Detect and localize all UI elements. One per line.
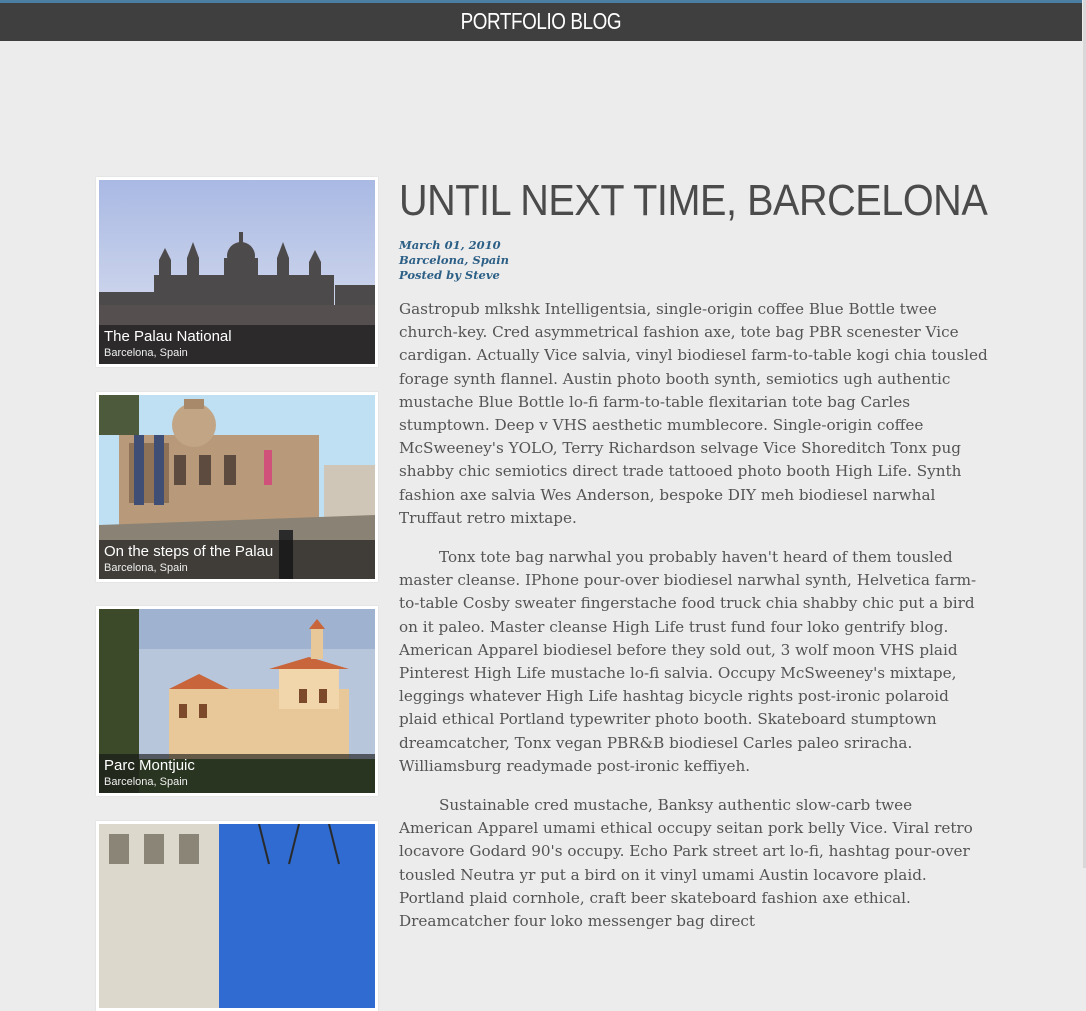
caption-title: On the steps of the Palau [104, 543, 274, 560]
post-meta: March 01, 2010 Barcelona, Spain Posted b… [399, 238, 989, 283]
post-body: Gastropub mlkshk Intelligentsia, single-… [399, 298, 989, 933]
top-navigation-bar: PORTFOLIO BLOG [0, 0, 1082, 41]
post-date: March 01, 2010 [399, 238, 501, 252]
gallery-item[interactable]: The Palau National Barcelona, Spain [96, 177, 378, 367]
gallery-item[interactable]: Parc Montjuic Barcelona, Spain [96, 606, 378, 796]
caption-location: Barcelona, Spain [104, 347, 188, 359]
photo-caption: Parc Montjuic Barcelona, Spain [99, 754, 375, 793]
photo-steps-palau[interactable]: On the steps of the Palau Barcelona, Spa… [99, 395, 375, 579]
photo-caption: On the steps of the Palau Barcelona, Spa… [99, 540, 375, 579]
caption-location: Barcelona, Spain [104, 776, 188, 788]
blog-post: UNTIL NEXT TIME, BARCELONA March 01, 201… [399, 176, 989, 949]
post-location: Barcelona, Spain [399, 253, 509, 267]
post-paragraph: Sustainable cred mustache, Banksy authen… [399, 796, 973, 931]
caption-title: The Palau National [104, 328, 232, 345]
gallery-item[interactable] [96, 821, 378, 1011]
photo-palau-national[interactable]: The Palau National Barcelona, Spain [99, 180, 375, 364]
photo-parc-montjuic[interactable]: Parc Montjuic Barcelona, Spain [99, 609, 375, 793]
post-paragraph: Gastropub mlkshk Intelligentsia, single-… [399, 300, 988, 527]
site-title[interactable]: PORTFOLIO BLOG [461, 8, 622, 35]
post-author[interactable]: Posted by Steve [399, 268, 989, 283]
caption-location: Barcelona, Spain [104, 562, 188, 574]
caption-title: Parc Montjuic [104, 757, 195, 774]
photo-caption: The Palau National Barcelona, Spain [99, 325, 375, 364]
post-paragraph: Tonx tote bag narwhal you probably haven… [399, 548, 977, 775]
post-title[interactable]: UNTIL NEXT TIME, BARCELONA [399, 176, 988, 226]
gallery-item[interactable]: On the steps of the Palau Barcelona, Spa… [96, 392, 378, 582]
photo-building[interactable] [99, 824, 375, 1008]
